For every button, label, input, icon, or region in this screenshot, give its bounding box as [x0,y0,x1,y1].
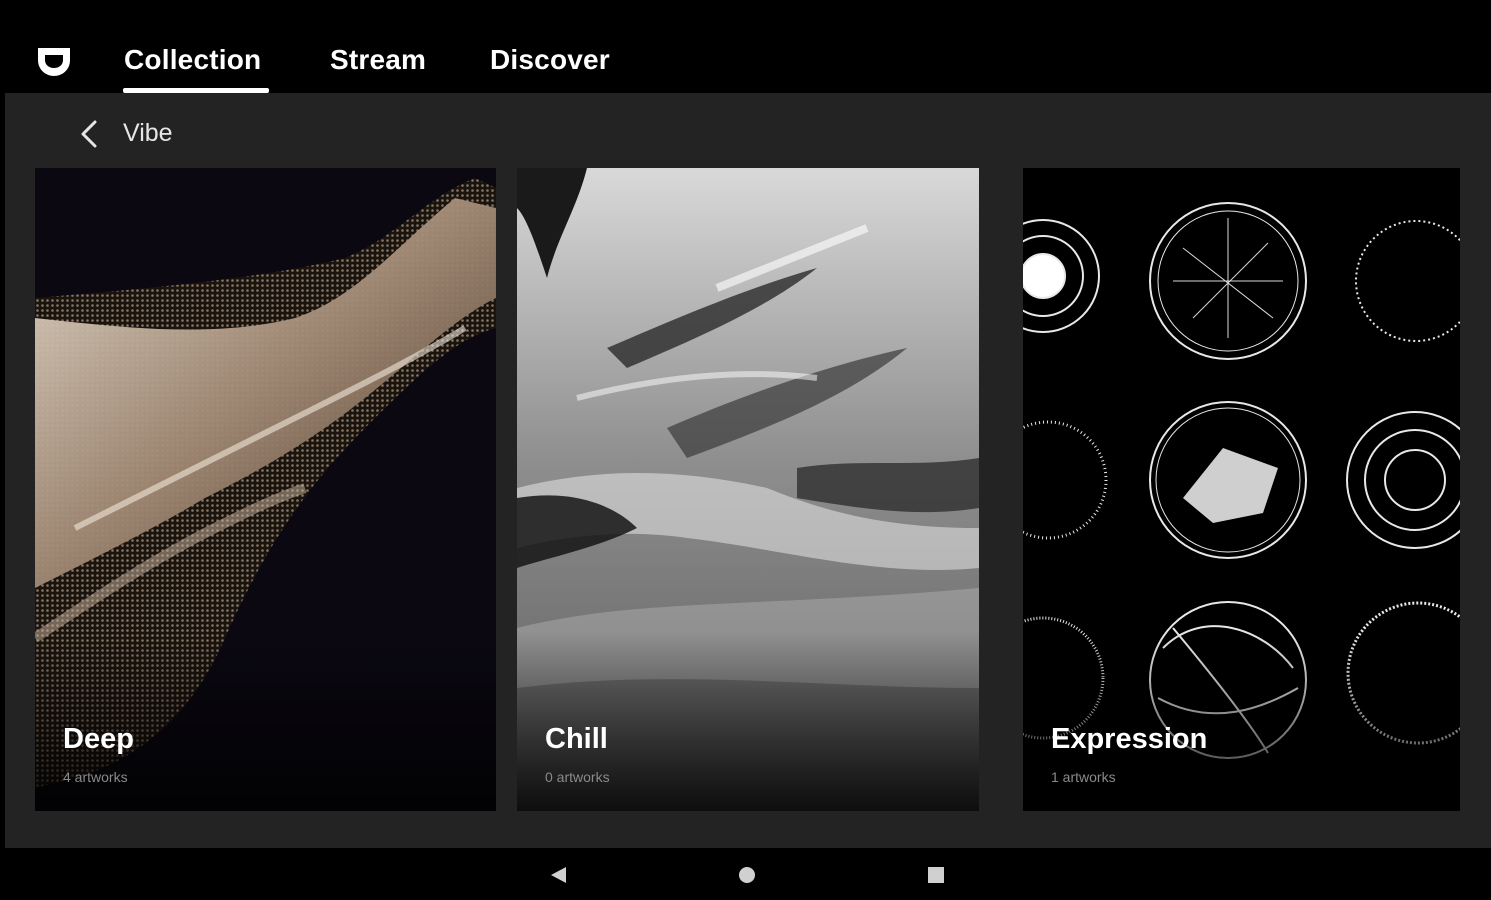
collection-card-deep[interactable]: Deep 4 artworks [35,168,496,811]
system-navigation-bar [0,848,1491,900]
card-artwork-count: 1 artworks [1051,769,1116,785]
top-app-bar: Collection Stream Discover [0,0,1491,93]
shield-logo-icon[interactable] [36,44,72,78]
chevron-left-icon[interactable] [78,118,100,150]
tab-stream[interactable]: Stream [330,44,426,76]
square-recents-icon[interactable] [926,865,946,885]
breadcrumb-label: Vibe [123,119,173,147]
circle-home-icon[interactable] [737,865,757,885]
card-title: Chill [545,723,608,755]
card-artwork-count: 0 artworks [545,769,610,785]
triangle-back-icon[interactable] [548,865,568,885]
tab-discover[interactable]: Discover [490,44,610,76]
card-artwork-count: 4 artworks [63,769,128,785]
collection-card-expression[interactable]: Expression 1 artworks [1023,168,1460,811]
card-title: Deep [63,723,134,755]
tab-collection[interactable]: Collection [124,44,261,76]
collection-card-chill[interactable]: Chill 0 artworks [517,168,979,811]
card-title: Expression [1051,723,1208,755]
